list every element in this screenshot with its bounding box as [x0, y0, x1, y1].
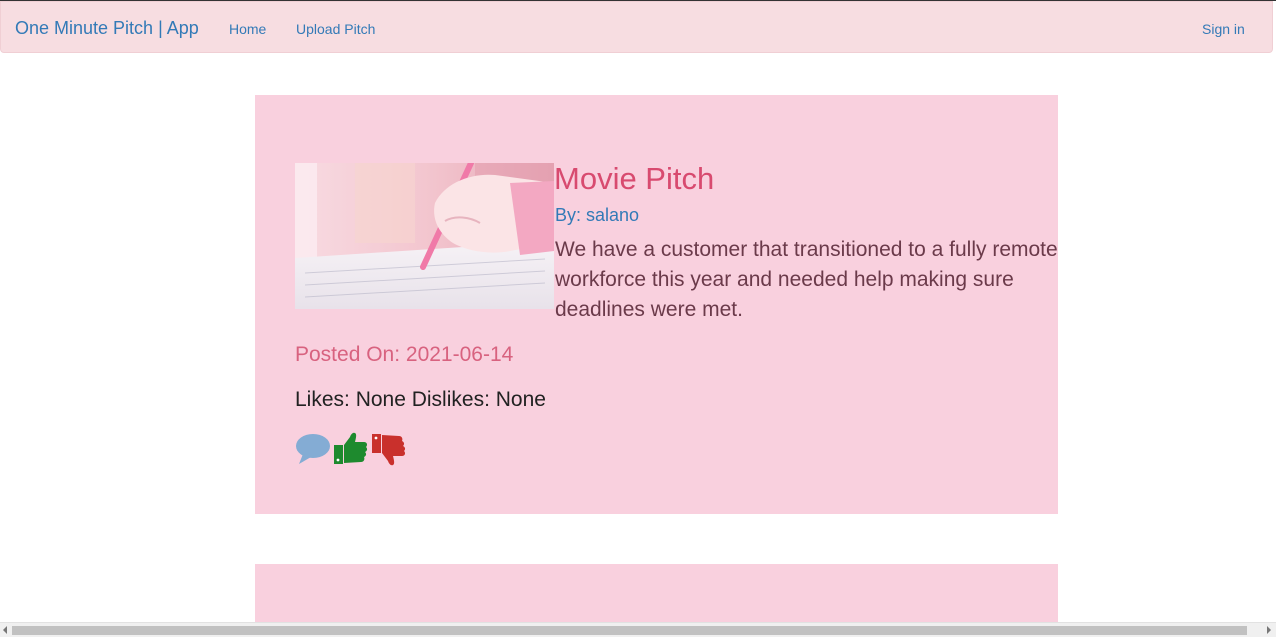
pitch-card: Movie Pitch By: salano We have a custome…	[255, 95, 1058, 514]
pitch-description: We have a customer that transitioned to …	[555, 238, 1058, 321]
vote-counts: Likes: None Dislikes: None	[295, 388, 546, 411]
navbar: One Minute Pitch | App Home Upload Pitch…	[0, 1, 1273, 53]
brand-link[interactable]: One Minute Pitch | App	[15, 18, 199, 39]
thumbs-up-icon[interactable]	[333, 431, 369, 467]
posted-date: Posted On: 2021-06-14	[295, 343, 514, 366]
sign-in-link[interactable]: Sign in	[1202, 21, 1245, 37]
scroll-right-arrow-icon[interactable]	[1267, 626, 1271, 634]
pitch-author: By: salano	[555, 205, 640, 225]
horizontal-scrollbar[interactable]	[0, 622, 1276, 637]
comment-bubble-icon[interactable]	[295, 431, 331, 467]
scrollbar-thumb[interactable]	[12, 626, 1247, 635]
pitch-image	[295, 163, 554, 309]
pitch-title: Movie Pitch	[554, 161, 715, 196]
nav-upload-pitch-link[interactable]: Upload Pitch	[296, 21, 375, 37]
nav-home-link[interactable]: Home	[229, 21, 266, 37]
thumbs-down-icon[interactable]	[371, 431, 407, 467]
scroll-left-arrow-icon[interactable]	[3, 626, 7, 634]
